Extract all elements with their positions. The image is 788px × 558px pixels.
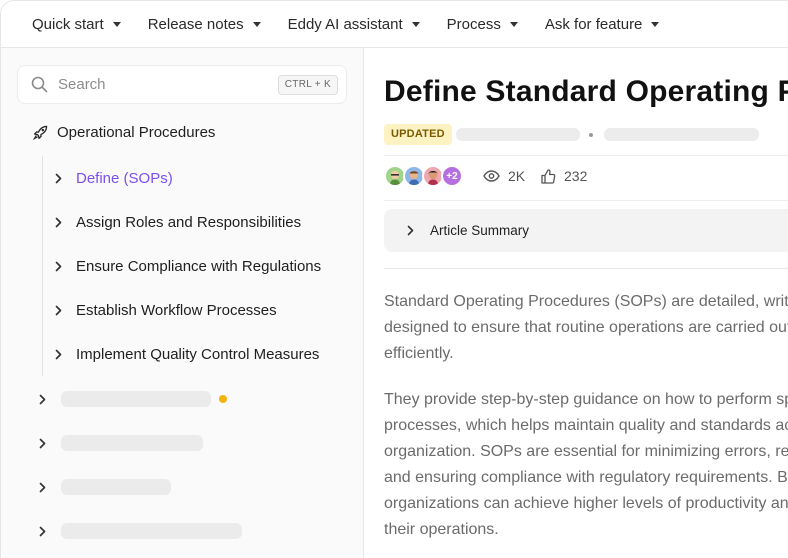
article-main: Define Standard Operating Procedures (SO… bbox=[365, 48, 788, 558]
loading-placeholder bbox=[61, 391, 211, 407]
likes-count: 232 bbox=[564, 168, 588, 184]
article-summary-label: Article Summary bbox=[430, 223, 530, 238]
paragraph-line: their operations. bbox=[384, 521, 499, 538]
chevron-right-icon bbox=[39, 526, 46, 536]
chevron-right-icon bbox=[55, 349, 62, 359]
eye-icon bbox=[483, 170, 500, 182]
top-nav: Quick start Release notes Eddy AI assist… bbox=[1, 1, 788, 48]
updated-badge: UPDATED bbox=[384, 124, 452, 145]
chevron-right-icon bbox=[407, 225, 414, 236]
paragraph-line: designed to ensure that routine operatio… bbox=[384, 319, 788, 336]
nav-label: Quick start bbox=[32, 15, 104, 33]
nav-label: Release notes bbox=[147, 15, 244, 33]
search-input[interactable]: Search CTRL + K bbox=[17, 65, 347, 104]
search-shortcut-badge: CTRL + K bbox=[277, 75, 338, 95]
sidebar-item-quality-control[interactable]: Implement Quality Control Measures bbox=[53, 342, 319, 366]
paragraph-line: organizations can achieve higher levels … bbox=[384, 495, 788, 512]
avatar-more: +2 bbox=[441, 165, 463, 187]
likes-stat[interactable]: 232 bbox=[541, 168, 587, 184]
chevron-right-icon bbox=[55, 261, 62, 271]
sidebar-collapsed-item[interactable] bbox=[37, 433, 203, 453]
sidebar-section-label: Operational Procedures bbox=[57, 124, 216, 141]
loading-placeholder bbox=[61, 479, 171, 495]
sidebar-item-establish-workflow[interactable]: Establish Workflow Processes bbox=[53, 298, 277, 322]
app-window: Quick start Release notes Eddy AI assist… bbox=[0, 0, 788, 558]
caret-down-icon bbox=[112, 21, 121, 27]
article-summary-toggle[interactable]: Article Summary bbox=[384, 209, 788, 252]
nav-quick-start[interactable]: Quick start bbox=[32, 16, 121, 33]
contributors-avatars[interactable]: +2 bbox=[384, 165, 463, 187]
chevron-right-icon bbox=[55, 173, 62, 183]
chevron-right-icon bbox=[55, 305, 62, 315]
divider bbox=[384, 268, 788, 269]
sidebar-collapsed-item[interactable] bbox=[37, 389, 227, 409]
search-placeholder: Search bbox=[58, 76, 106, 93]
divider bbox=[384, 200, 788, 201]
chevron-right-icon bbox=[39, 482, 46, 492]
caret-down-icon bbox=[252, 21, 261, 27]
rocket-icon bbox=[33, 125, 48, 140]
sidebar-section-operational-procedures[interactable]: Operational Procedures bbox=[33, 124, 215, 141]
thumbs-up-icon bbox=[541, 168, 556, 184]
sidebar-item-ensure-compliance[interactable]: Ensure Compliance with Regulations bbox=[53, 254, 321, 278]
nav-label: Ask for feature bbox=[544, 15, 643, 33]
nav-process[interactable]: Process bbox=[447, 16, 518, 33]
meta-separator bbox=[589, 133, 593, 137]
nav-label: Eddy AI assistant bbox=[287, 15, 403, 33]
paragraph-line: and ensuring compliance with regulatory … bbox=[384, 469, 788, 486]
date-placeholder bbox=[604, 128, 759, 141]
caret-down-icon bbox=[411, 21, 420, 27]
sidebar-item-define-sops[interactable]: Define (SOPs) bbox=[53, 166, 173, 190]
nav-ask-for-feature[interactable]: Ask for feature bbox=[545, 16, 660, 33]
caret-down-icon bbox=[651, 21, 660, 27]
nav-label: Process bbox=[446, 15, 501, 33]
sidebar-item-label: Establish Workflow Processes bbox=[76, 301, 277, 319]
nav-eddy-ai-assistant[interactable]: Eddy AI assistant bbox=[288, 16, 420, 33]
sidebar-item-label: Define (SOPs) bbox=[76, 169, 173, 187]
sidebar-item-assign-roles[interactable]: Assign Roles and Responsibilities bbox=[53, 210, 301, 234]
nav-release-notes[interactable]: Release notes bbox=[148, 16, 261, 33]
loading-placeholder bbox=[61, 523, 242, 539]
notification-dot bbox=[219, 395, 227, 403]
sidebar-item-label: Implement Quality Control Measures bbox=[76, 345, 320, 363]
views-stat: 2K bbox=[483, 168, 525, 184]
chevron-right-icon bbox=[55, 217, 62, 227]
sidebar-item-label: Assign Roles and Responsibilities bbox=[76, 213, 302, 231]
sidebar: Search CTRL + K Operational Procedures D… bbox=[1, 48, 364, 558]
sidebar-collapsed-item[interactable] bbox=[37, 477, 171, 497]
paragraph-line: They provide step-by-step guidance on ho… bbox=[384, 391, 788, 408]
article-paragraph: Standard Operating Procedures (SOPs) are… bbox=[384, 289, 788, 367]
article-title: Define Standard Operating Procedures (SO… bbox=[384, 75, 788, 108]
paragraph-line: organization. SOPs are essential for min… bbox=[384, 443, 788, 460]
chevron-right-icon bbox=[39, 394, 46, 404]
caret-down-icon bbox=[509, 21, 518, 27]
sidebar-item-label: Ensure Compliance with Regulations bbox=[76, 257, 322, 275]
chevron-right-icon bbox=[39, 438, 46, 448]
sidebar-collapsed-item[interactable] bbox=[37, 521, 242, 541]
search-icon bbox=[31, 76, 48, 93]
loading-placeholder bbox=[61, 435, 203, 451]
paragraph-line: processes, which helps maintain quality … bbox=[384, 417, 788, 434]
divider bbox=[384, 155, 788, 156]
views-count: 2K bbox=[508, 168, 526, 184]
author-placeholder bbox=[456, 128, 580, 141]
article-paragraph: They provide step-by-step guidance on ho… bbox=[384, 387, 788, 543]
paragraph-line: efficiently. bbox=[384, 345, 454, 362]
paragraph-line: Standard Operating Procedures (SOPs) are… bbox=[384, 293, 788, 310]
tree-guide-line bbox=[42, 156, 43, 376]
